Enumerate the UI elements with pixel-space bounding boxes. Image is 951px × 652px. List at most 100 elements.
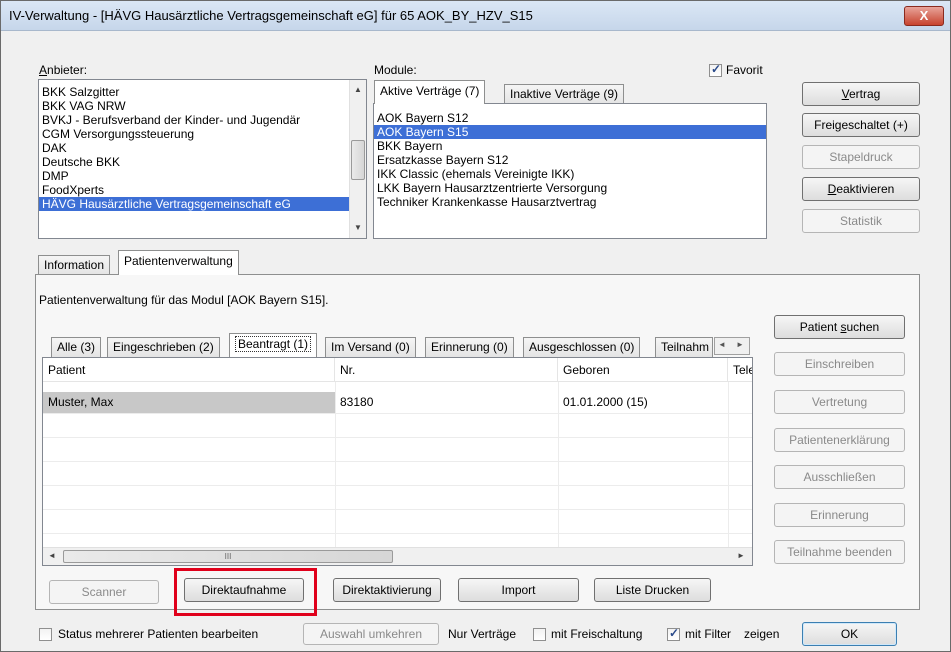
tab-scroll-left-icon[interactable]: ◄ [718,340,726,349]
row-divider [43,461,752,462]
module-label: Module: [374,63,417,77]
patient-panel-heading: Patientenverwaltung für das Modul [AOK B… [39,293,329,307]
direktaufnahme-button[interactable]: Direktaufnahme [184,578,304,602]
close-button[interactable]: X [904,6,944,26]
nur-vertraege-label: Nur Verträge [448,627,517,641]
module-item[interactable]: IKK Classic (ehemals Vereinigte IKK) [374,167,766,181]
favorit-checkbox[interactable] [709,62,722,77]
column-header-tele[interactable]: Tele [728,358,752,382]
deaktivieren-button[interactable]: Deaktivieren [802,177,920,201]
anbieter-item[interactable]: BKK VAG NRW [39,99,349,113]
einschreiben-button[interactable]: Einschreiben [774,352,905,376]
anbieter-list: BKK Salzgitter BKK VAG NRW BVKJ - Berufs… [39,85,349,211]
anbieter-label: Anbieter: [39,63,88,77]
tab-information[interactable]: Information [38,255,111,275]
tab-inaktive-vertraege[interactable]: Inaktive Verträge (9) [504,84,625,104]
zeigen-label: zeigen [744,627,780,641]
status-mehrerer-label: Status mehrerer Patienten bearbeiten [58,627,259,641]
scroll-thumb[interactable] [351,140,365,180]
module-item[interactable]: LKK Bayern Hausarztzentrierte Versorgung [374,181,766,195]
subtab-eingeschrieben[interactable]: Eingeschrieben (2) [107,337,220,357]
row-divider [43,485,752,486]
anbieter-item[interactable]: FoodXperts [39,183,349,197]
module-item[interactable]: Ersatzkasse Bayern S12 [374,153,766,167]
anbieter-label-rest: nbieter: [47,63,88,77]
patient-suchen-prefix: Patient [799,320,841,334]
anbieter-scrollbar[interactable]: ▲ ▼ [349,80,366,238]
auswahl-umkehren-button[interactable]: Auswahl umkehren [303,623,439,645]
title-bar[interactable]: IV-Verwaltung - [HÄVG Hausärztliche Vert… [1,1,950,31]
anbieter-item[interactable]: DMP [39,169,349,183]
row-divider [43,533,752,534]
teilnahme-beenden-button[interactable]: Teilnahme beenden [774,540,905,564]
subtab-ausgeschlossen[interactable]: Ausgeschlossen (0) [523,337,641,357]
row-divider [43,413,752,414]
horizontal-scroll-thumb[interactable]: III [63,550,393,563]
patient-suchen-rest: uchen [846,320,880,334]
scroll-right-icon[interactable]: ► [737,551,745,560]
subtab-erinnerung[interactable]: Erinnerung (0) [425,337,514,357]
freigeschaltet-button[interactable]: Freigeschaltet (+) [802,113,920,137]
mit-freischaltung-checkbox[interactable] [533,628,546,641]
anbieter-item[interactable]: BKK Salzgitter [39,85,349,99]
module-listbox[interactable]: AOK Bayern S12 AOK Bayern S15 BKK Bayern… [373,103,767,239]
column-header-patient[interactable]: Patient [43,358,335,382]
window-title: IV-Verwaltung - [HÄVG Hausärztliche Vert… [9,8,533,23]
subtab-beantragt-label: Beantragt (1) [235,336,312,352]
module-item-selected[interactable]: AOK Bayern S15 [374,125,766,139]
cell-patient[interactable]: Muster, Max [43,390,113,414]
scroll-down-icon[interactable]: ▼ [350,220,366,236]
ok-button[interactable]: OK [802,622,897,646]
statistik-button[interactable]: Statistik [802,209,920,233]
horizontal-scrollbar[interactable]: ◄ III ► [43,547,752,565]
scanner-button[interactable]: Scanner [49,580,159,604]
tab-scroll-right-icon[interactable]: ► [736,340,744,349]
anbieter-item-selected[interactable]: HÄVG Hausärztliche Vertragsgemeinschaft … [39,197,349,211]
patient-table[interactable]: Patient Nr. Geboren Tele Muster, Max 831… [42,357,753,566]
anbieter-item[interactable]: Deutsche BKK [39,155,349,169]
tab-patientenverwaltung[interactable]: Patientenverwaltung [118,250,239,275]
liste-drucken-button[interactable]: Liste Drucken [594,578,711,602]
tab-scroll-buttons: ◄ ► [714,337,750,355]
subtab-beantragt[interactable]: Beantragt (1) [229,333,318,357]
anbieter-item[interactable]: DAK [39,141,349,155]
cell-geboren[interactable]: 01.01.2000 (15) [558,390,648,414]
subtab-im-versand[interactable]: Im Versand (0) [325,337,416,357]
ausschliessen-button[interactable]: Ausschließen [774,465,905,489]
module-item[interactable]: BKK Bayern [374,139,766,153]
stapeldruck-button[interactable]: Stapeldruck [802,145,920,169]
main-window: IV-Verwaltung - [HÄVG Hausärztliche Vert… [0,0,951,652]
vertretung-button[interactable]: Vertretung [774,390,905,414]
import-button[interactable]: Import [458,578,579,602]
status-mehrerer-checkbox[interactable] [39,628,52,641]
column-header-nr[interactable]: Nr. [335,358,558,382]
column-divider [335,382,336,547]
mit-filter-label: mit Filter [685,627,731,641]
row-divider [43,437,752,438]
scroll-up-icon[interactable]: ▲ [350,82,366,98]
patient-suchen-button[interactable]: Patient suchen [774,315,905,339]
patientenerklaerung-button[interactable]: Patientenerklärung [774,428,905,452]
favorit-label: Favorit [726,63,763,77]
subtab-teilnahme[interactable]: Teilnahm [655,337,713,357]
erinnerung-button[interactable]: Erinnerung [774,503,905,527]
row-divider [43,509,752,510]
anbieter-listbox[interactable]: BKK Salzgitter BKK VAG NRW BVKJ - Berufs… [38,79,367,239]
module-item[interactable]: Techniker Krankenkasse Hausarztvertrag [374,195,766,209]
mit-filter-checkbox[interactable] [667,626,680,641]
column-divider [558,382,559,547]
anbieter-item[interactable]: BVKJ - Berufsverband der Kinder- und Jug… [39,113,347,127]
module-list: AOK Bayern S12 AOK Bayern S15 BKK Bayern… [374,111,766,209]
direktaktivierung-button[interactable]: Direktaktivierung [333,578,441,602]
column-header-geboren[interactable]: Geboren [558,358,728,382]
cell-nr[interactable]: 83180 [335,390,373,414]
subtab-alle[interactable]: Alle (3) [51,337,102,357]
column-divider [728,382,729,547]
tab-aktive-vertraege[interactable]: Aktive Verträge (7) [374,80,486,104]
vertrag-button[interactable]: Vertrag [802,82,920,106]
module-item[interactable]: AOK Bayern S12 [374,111,766,125]
anbieter-item[interactable]: CGM Versorgungssteuerung [39,127,349,141]
vertrag-rest: ertrag [848,87,881,101]
scroll-left-icon[interactable]: ◄ [48,551,56,560]
mit-freischaltung-label: mit Freischaltung [551,627,643,641]
